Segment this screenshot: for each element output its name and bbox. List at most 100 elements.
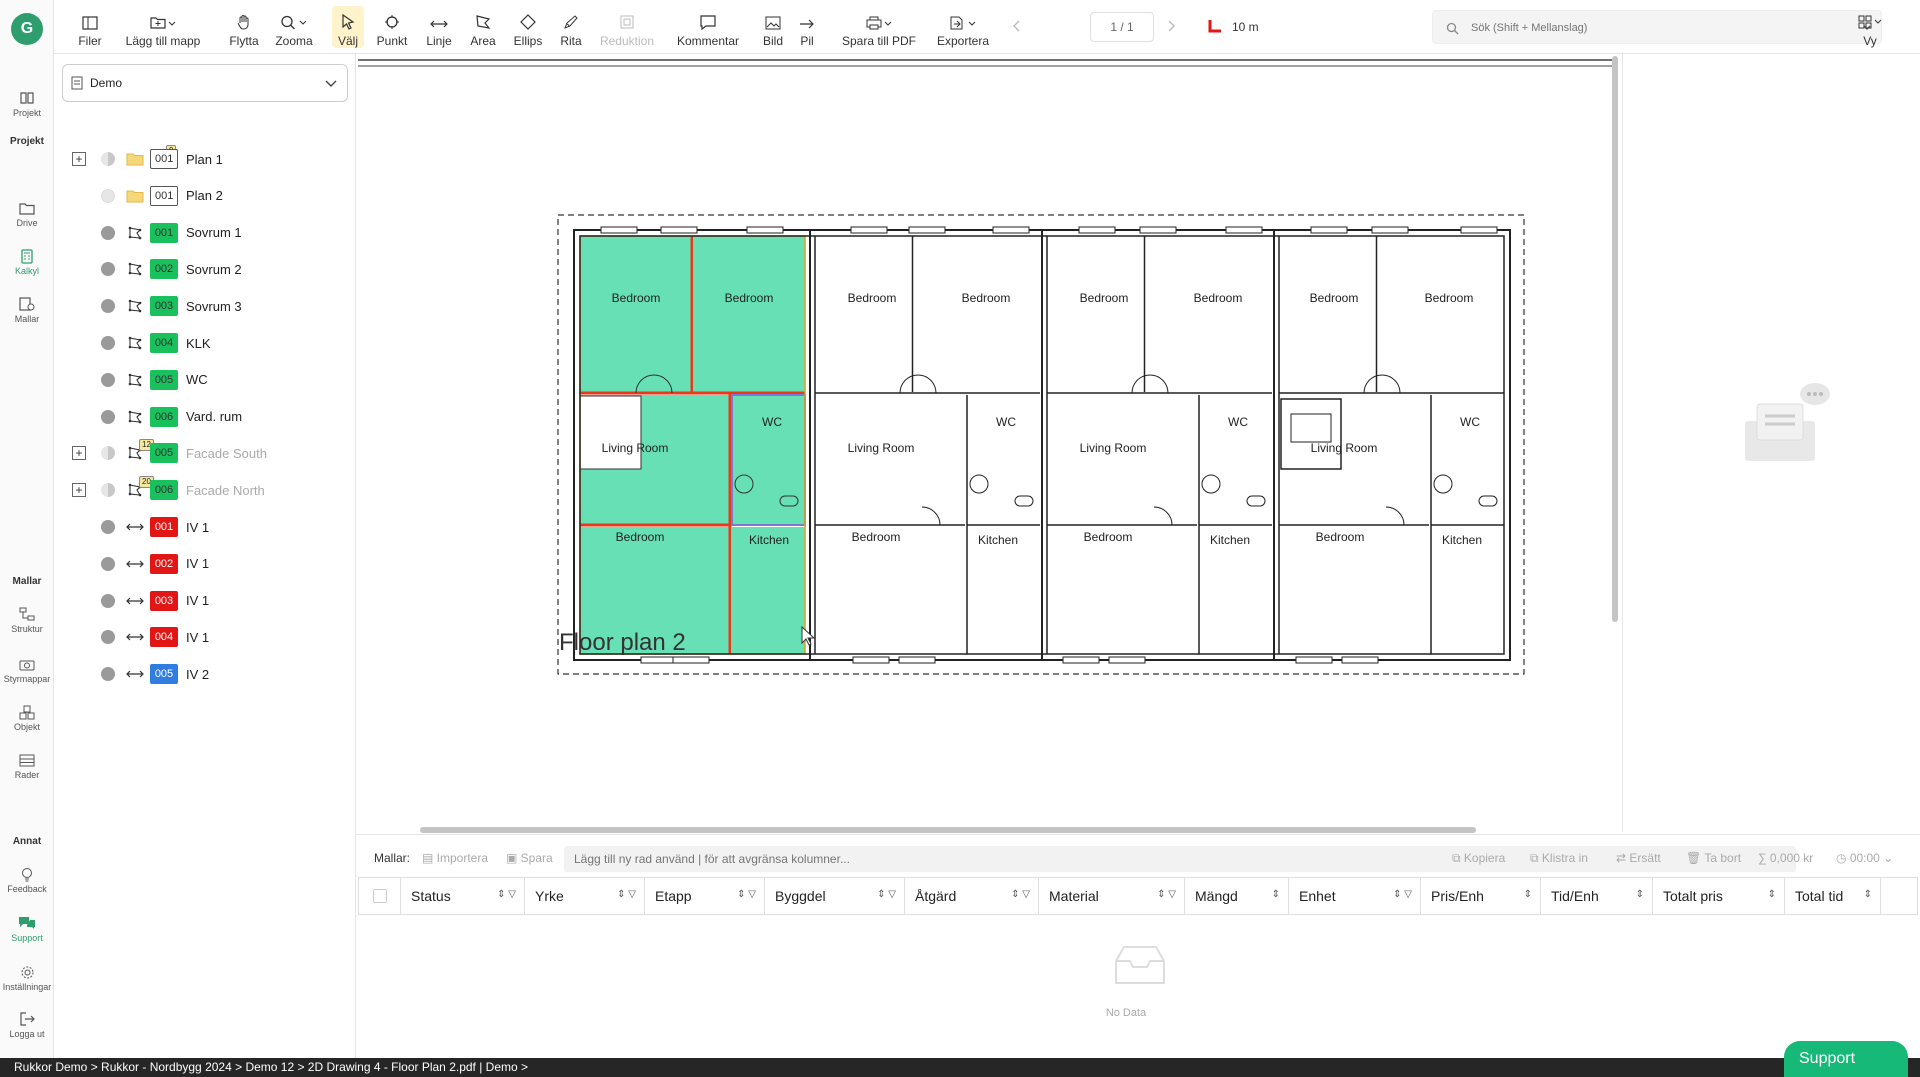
page-indicator[interactable]: 1 / 1: [1090, 12, 1154, 42]
importera-button[interactable]: ▤ Importera: [422, 851, 488, 865]
search-input[interactable]: [1471, 17, 1851, 39]
select-all-checkbox[interactable]: [359, 878, 401, 914]
rail-struktur[interactable]: Struktur: [0, 600, 54, 640]
ta-bort-button[interactable]: 🗑︎ Ta bort: [1686, 851, 1741, 865]
tree-row[interactable]: 003 IV 1: [54, 583, 356, 619]
column-header[interactable]: Totalt pris ⇕: [1653, 878, 1785, 914]
tree-row[interactable]: 002 Sovrum 2: [54, 251, 356, 287]
column-header[interactable]: Mängd ⇕: [1185, 878, 1289, 914]
drawing-canvas[interactable]: Bedroom Bedroom Living Room WC Bedroom Kitche…: [356, 54, 1618, 832]
sort-filter-icon[interactable]: ⇕ ▽: [497, 889, 516, 900]
sort-icon[interactable]: ⇕: [1524, 889, 1532, 900]
tree-row[interactable]: +9001Plan 1: [54, 141, 356, 177]
lagg-till-mapp-button[interactable]: Lägg till mapp: [120, 6, 206, 48]
ersatt-button[interactable]: ⇄ Ersätt: [1616, 851, 1661, 865]
visibility-toggle[interactable]: [101, 556, 115, 571]
tree-row[interactable]: 005 WC: [54, 362, 356, 398]
column-header[interactable]: Yrke ⇕ ▽: [525, 878, 645, 914]
sort-icon[interactable]: ⇕: [1272, 889, 1280, 900]
tree-row[interactable]: 001 IV 1: [54, 509, 356, 545]
tree-row[interactable]: +20 006 Facade North: [54, 472, 356, 508]
tree-row[interactable]: 006 Vard. rum: [54, 399, 356, 435]
search-box[interactable]: [1432, 10, 1882, 44]
kopiera-button[interactable]: ⧉ Kopiera: [1452, 851, 1505, 866]
punkt-button[interactable]: Punkt: [374, 6, 410, 48]
visibility-toggle[interactable]: [101, 409, 115, 424]
rail-drive[interactable]: Drive: [0, 194, 54, 234]
column-header[interactable]: Åtgärd ⇕ ▽: [905, 878, 1039, 914]
floor-plan-drawing[interactable]: Bedroom Bedroom Living Room WC Bedroom Kitche…: [356, 54, 1618, 832]
tree-row[interactable]: 001 Plan 2: [54, 178, 356, 214]
ellips-button[interactable]: Ellips: [510, 6, 546, 48]
visibility-toggle[interactable]: [101, 299, 115, 314]
sort-filter-icon[interactable]: ⇕ ▽: [737, 889, 756, 900]
sort-filter-icon[interactable]: ⇕ ▽: [877, 889, 896, 900]
app-logo[interactable]: G: [11, 13, 43, 45]
sort-filter-icon[interactable]: ⇕ ▽: [617, 889, 636, 900]
valj-button[interactable]: Välj: [332, 6, 364, 48]
column-header[interactable]: Total tid ⇕: [1785, 878, 1881, 914]
rail-installningar[interactable]: Inställningar: [0, 958, 54, 998]
reduktion-button[interactable]: Reduktion: [596, 6, 658, 48]
tree-row[interactable]: 004 KLK: [54, 325, 356, 361]
tree-row[interactable]: 001 Sovrum 1: [54, 215, 356, 251]
rail-rader[interactable]: Rader: [0, 746, 54, 786]
expand-icon[interactable]: +: [72, 483, 86, 498]
linje-button[interactable]: Linje: [421, 6, 457, 48]
filer-button[interactable]: Filer: [70, 6, 110, 48]
zooma-button[interactable]: Zooma: [272, 6, 316, 48]
visibility-toggle[interactable]: [101, 152, 115, 166]
tree-row[interactable]: 004 IV 1: [54, 619, 356, 655]
horizontal-scrollbar[interactable]: [420, 827, 1476, 833]
rail-projekt[interactable]: Projekt: [0, 84, 54, 124]
tree-row[interactable]: 005 IV 2: [54, 656, 356, 692]
visibility-toggle[interactable]: [101, 188, 115, 203]
column-header[interactable]: Byggdel ⇕ ▽: [765, 878, 905, 914]
visibility-toggle[interactable]: [101, 262, 115, 277]
chevron-left-icon[interactable]: [1012, 20, 1022, 32]
sort-icon[interactable]: ⇕: [1768, 889, 1776, 900]
sort-filter-icon[interactable]: ⇕ ▽: [1011, 889, 1030, 900]
rail-objekt[interactable]: Objekt: [0, 698, 54, 738]
visibility-toggle[interactable]: [101, 520, 115, 534]
tree-row[interactable]: 003 Sovrum 3: [54, 288, 356, 324]
area-button[interactable]: Area: [466, 6, 500, 48]
tree-row[interactable]: 002 IV 1: [54, 546, 356, 582]
column-header[interactable]: Enhet ⇕ ▽: [1289, 878, 1421, 914]
sort-icon[interactable]: ⇕: [1864, 889, 1872, 900]
kommentar-button[interactable]: Kommentar: [673, 6, 743, 48]
column-header[interactable]: Etapp ⇕ ▽: [645, 878, 765, 914]
rail-logga-ut[interactable]: Logga ut: [0, 1005, 54, 1045]
spara-pdf-button[interactable]: Spara till PDF: [834, 6, 924, 48]
sort-icon[interactable]: ⇕: [1636, 889, 1644, 900]
visibility-toggle[interactable]: [101, 667, 115, 682]
scale-icon[interactable]: [1208, 19, 1222, 33]
vy-button[interactable]: Vy: [1850, 6, 1890, 48]
visibility-toggle[interactable]: [101, 593, 115, 608]
visibility-toggle[interactable]: [101, 336, 115, 350]
rail-feedback[interactable]: Feedback: [0, 860, 54, 900]
spara-button[interactable]: ▣ Spara: [506, 851, 553, 865]
rail-mallar[interactable]: Mallar: [0, 290, 54, 330]
sort-filter-icon[interactable]: ⇕ ▽: [1157, 889, 1176, 900]
rail-kalkyl[interactable]: Kalkyl: [0, 242, 54, 282]
visibility-toggle[interactable]: [101, 446, 115, 461]
expand-icon[interactable]: +: [72, 152, 86, 166]
project-select[interactable]: Demo: [62, 64, 348, 102]
visibility-toggle[interactable]: [101, 372, 115, 387]
exportera-button[interactable]: Exportera: [930, 6, 996, 48]
rita-button[interactable]: Rita: [556, 6, 586, 48]
column-header[interactable]: Pris/Enh ⇕: [1421, 878, 1541, 914]
expand-icon[interactable]: +: [72, 446, 86, 461]
visibility-toggle[interactable]: [101, 630, 115, 645]
visibility-toggle[interactable]: [101, 225, 115, 240]
time-indicator[interactable]: ◷ 00:00 ⌄: [1836, 851, 1893, 865]
rail-styrmappar[interactable]: Styrmappar: [0, 650, 54, 690]
flytta-button[interactable]: Flytta: [224, 6, 264, 48]
support-button[interactable]: Support: [1784, 1041, 1908, 1077]
add-row-input[interactable]: [564, 846, 1796, 872]
chevron-right-icon[interactable]: [1166, 20, 1176, 32]
column-header[interactable]: Material ⇕ ▽: [1039, 878, 1185, 914]
sort-filter-icon[interactable]: ⇕ ▽: [1393, 889, 1412, 900]
tree-row[interactable]: +12 005 Facade South: [54, 435, 356, 471]
